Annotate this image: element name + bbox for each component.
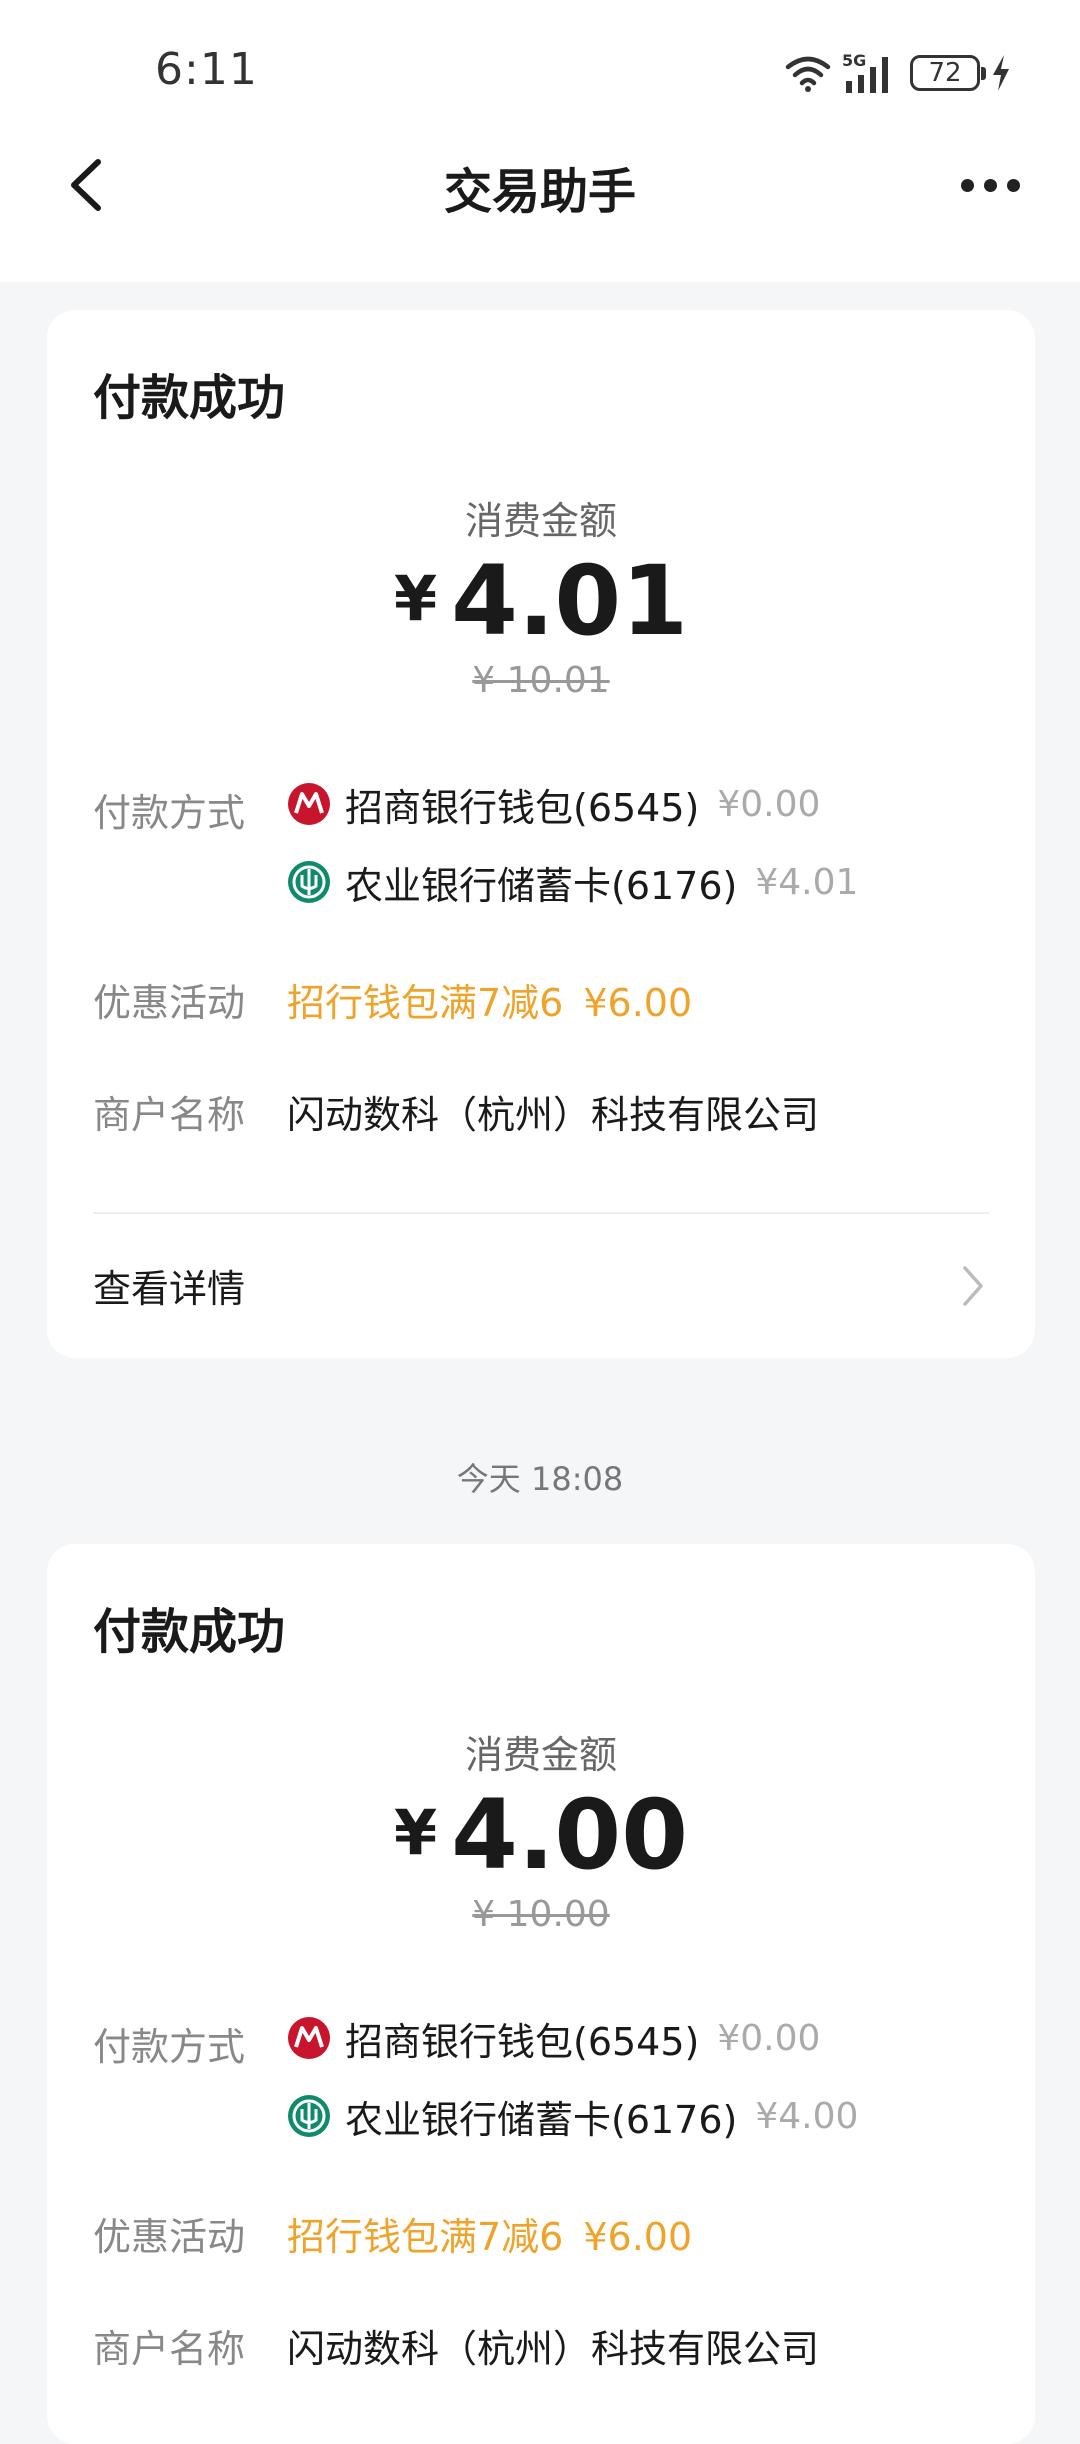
bank-amount: ¥4.00 bbox=[755, 2095, 859, 2137]
merchant-name: 闪动数科（杭州）科技有限公司 bbox=[287, 1093, 820, 1137]
currency-symbol: ¥ bbox=[394, 1796, 438, 1869]
signal-icon: 5G bbox=[842, 51, 888, 93]
chevron-right-icon[interactable] bbox=[957, 1262, 987, 1310]
bank-name: 招商银行钱包(6545) bbox=[345, 785, 700, 830]
bank-amount: ¥4.01 bbox=[755, 861, 859, 903]
payment-line: 招商银行钱包(6545) ¥0.00 bbox=[287, 2012, 820, 2064]
payment-line: 农业银行储蓄卡(6176) ¥4.01 bbox=[287, 856, 858, 908]
top-bar: 6:11 5G 72 交易助手 bbox=[0, 0, 1080, 282]
promo-label: 优惠活动 bbox=[93, 981, 246, 1025]
bank-name: 招商银行钱包(6545) bbox=[345, 2019, 700, 2064]
view-details-link[interactable]: 查看详情 bbox=[93, 1258, 245, 1313]
transaction-card: 付款成功 消费金额 ¥4.00 ¥ 10.00 付款方式 招商银行钱包(6545… bbox=[47, 1544, 1035, 2444]
promo-label: 优惠活动 bbox=[93, 2215, 246, 2259]
amount-label: 消费金额 bbox=[464, 499, 617, 543]
status-icons: 5G 72 bbox=[784, 50, 1012, 96]
status-time: 6:11 bbox=[155, 44, 258, 95]
transaction-card: 付款成功 消费金额 ¥4.01 ¥ 10.01 付款方式 招商银行钱包(6545… bbox=[47, 310, 1035, 1358]
network-type-label: 5G bbox=[842, 51, 866, 70]
merchant-label: 商户名称 bbox=[93, 2327, 246, 2371]
payment-method-label: 付款方式 bbox=[93, 791, 246, 835]
promo-amount: ¥6.00 bbox=[583, 2215, 693, 2259]
payment-line: 招商银行钱包(6545) ¥0.00 bbox=[287, 778, 820, 830]
amount-value: 4.01 bbox=[451, 545, 688, 657]
amount-display: ¥4.01 bbox=[47, 545, 1035, 657]
abc-bank-icon bbox=[288, 861, 330, 903]
bank-amount: ¥0.00 bbox=[717, 783, 821, 825]
transaction-timestamp: 今天 18:08 bbox=[456, 1460, 624, 1498]
divider bbox=[93, 1212, 989, 1214]
status-bar: 6:11 5G 72 bbox=[0, 0, 1080, 145]
charging-icon bbox=[993, 55, 1009, 91]
more-options-icon[interactable] bbox=[950, 165, 1030, 205]
amount-display: ¥4.00 bbox=[47, 1779, 1035, 1891]
payment-status: 付款成功 bbox=[93, 370, 286, 426]
payment-line: 农业银行储蓄卡(6176) ¥4.00 bbox=[287, 2090, 858, 2142]
original-amount: ¥ 10.00 bbox=[472, 1894, 610, 1935]
amount-label: 消费金额 bbox=[464, 1733, 617, 1777]
promo-text: 招行钱包满7减6 bbox=[287, 2215, 564, 2259]
abc-bank-icon bbox=[288, 2095, 330, 2137]
amount-value: 4.00 bbox=[451, 1779, 688, 1891]
payment-method-label: 付款方式 bbox=[93, 2025, 246, 2069]
bank-name: 农业银行储蓄卡(6176) bbox=[345, 2097, 738, 2142]
bank-name: 农业银行储蓄卡(6176) bbox=[345, 863, 738, 908]
currency-symbol: ¥ bbox=[394, 562, 438, 635]
nav-bar: 交易助手 bbox=[0, 130, 1080, 240]
battery-icon: 72 bbox=[910, 55, 986, 91]
promo-value: 招行钱包满7减6 ¥6.00 bbox=[287, 972, 692, 1027]
bank-amount: ¥0.00 bbox=[717, 2017, 821, 2059]
merchant-label: 商户名称 bbox=[93, 1093, 246, 1137]
merchant-name: 闪动数科（杭州）科技有限公司 bbox=[287, 2327, 820, 2371]
promo-amount: ¥6.00 bbox=[583, 981, 693, 1025]
original-amount: ¥ 10.01 bbox=[472, 660, 610, 701]
cmb-bank-icon bbox=[288, 783, 330, 825]
promo-text: 招行钱包满7减6 bbox=[287, 981, 564, 1025]
cmb-bank-icon bbox=[288, 2017, 330, 2059]
payment-status: 付款成功 bbox=[93, 1604, 286, 1660]
battery-level: 72 bbox=[928, 58, 962, 88]
page-title: 交易助手 bbox=[443, 164, 636, 220]
promo-value: 招行钱包满7减6 ¥6.00 bbox=[287, 2206, 692, 2261]
wifi-icon bbox=[785, 56, 831, 92]
